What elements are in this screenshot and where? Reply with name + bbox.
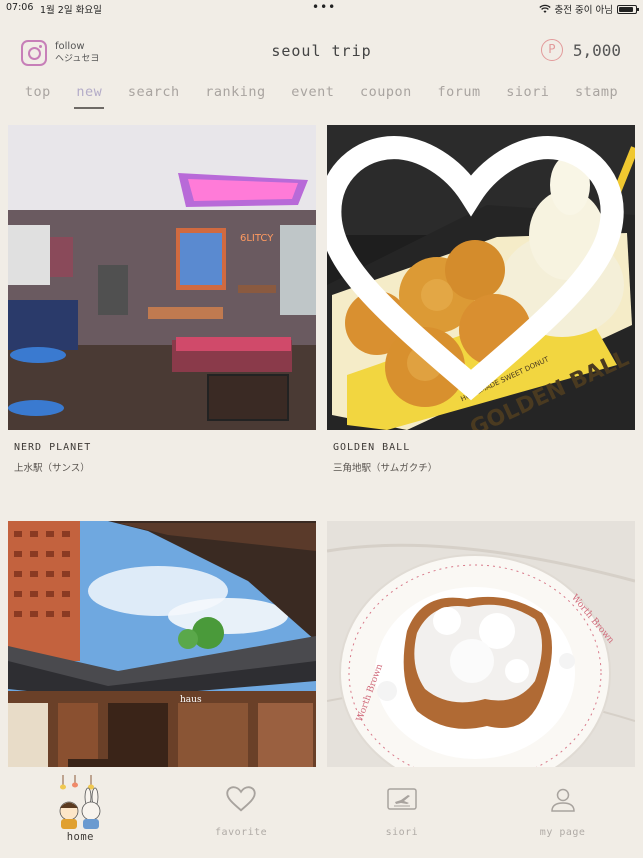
spot-card[interactable]: 6LITCY NERD PLANET 上水駅（サンス） — [8, 125, 316, 474]
tab-coupon[interactable]: coupon — [358, 84, 414, 108]
nav-my-page-label: my page — [539, 827, 586, 838]
tab-new[interactable]: new — [74, 84, 105, 109]
status-date: 1월 2일 화요일 — [40, 5, 102, 16]
spot-photo-hanok[interactable]: haus — [8, 521, 316, 767]
favorite-heart-icon[interactable] — [327, 125, 625, 422]
nav-siori[interactable]: siori — [322, 767, 483, 858]
spot-name: GOLDEN BALL — [333, 442, 411, 453]
spot-photo-food[interactable]: GOLDEN BALL HOMEMADE SWEET DONUT — [327, 125, 635, 430]
charging-status: 충전 중이 아님 — [554, 5, 613, 16]
multitask-dots[interactable]: ••• — [312, 0, 336, 14]
tab-search[interactable]: search — [126, 84, 182, 108]
tab-forum[interactable]: forum — [435, 84, 482, 108]
spot-station: 上水駅（サンス） — [14, 463, 90, 474]
svg-text:6LITCY: 6LITCY — [240, 233, 274, 244]
tab-ranking[interactable]: ranking — [203, 84, 267, 108]
spot-photo-pastry[interactable]: Worth Brown Worth Brown — [327, 521, 635, 767]
bottom-navigation: home favorite siori my page — [0, 767, 643, 858]
home-mascot-icon — [59, 775, 101, 829]
spot-name: NERD PLANET — [14, 442, 92, 453]
nav-home-label: home — [66, 831, 95, 843]
points-icon: P — [540, 39, 563, 61]
wifi-icon — [538, 4, 551, 13]
spot-card[interactable]: haus — [8, 521, 316, 767]
points-value: 5,000 — [572, 40, 621, 60]
nav-favorite[interactable]: favorite — [161, 767, 322, 858]
spot-card[interactable]: GOLDEN BALL HOMEMADE SWEET DONUT GOLDEN … — [327, 125, 635, 474]
status-right: 충전 중이 아님 — [538, 2, 639, 16]
person-icon — [550, 788, 575, 812]
tab-stamp[interactable]: stamp — [573, 84, 620, 108]
shop-sign: haus — [180, 695, 202, 705]
nav-favorite-label: favorite — [215, 827, 268, 838]
points-display[interactable]: P 5,000 — [540, 39, 621, 61]
status-time: 07:06 — [6, 2, 34, 13]
category-tabs: top new search ranking event coupon foru… — [0, 84, 643, 109]
tab-siori[interactable]: siori — [504, 84, 551, 108]
spot-station: 三角地駅（サムガクチ） — [333, 463, 438, 474]
spot-card[interactable]: Worth Brown Worth Brown — [327, 521, 635, 767]
nav-home[interactable]: home — [0, 767, 161, 858]
ticket-icon — [387, 788, 417, 810]
nav-my-page[interactable]: my page — [482, 767, 643, 858]
battery-icon — [617, 4, 639, 14]
tab-event[interactable]: event — [289, 84, 336, 108]
header: follow ヘジュセヨ seoul trip P 5,000 — [0, 36, 643, 70]
tab-top[interactable]: top — [23, 84, 53, 108]
status-bar: 07:06 1월 2일 화요일 ••• 충전 중이 아님 — [0, 0, 643, 16]
spot-photo-cafe[interactable]: 6LITCY — [8, 125, 316, 430]
heart-icon — [226, 786, 256, 812]
nav-siori-label: siori — [385, 827, 419, 838]
